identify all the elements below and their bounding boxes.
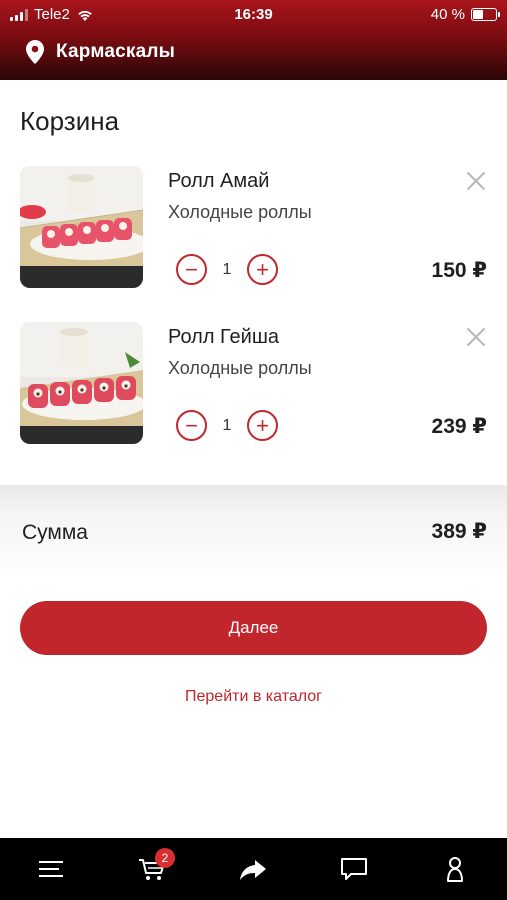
- nav-menu[interactable]: [0, 838, 101, 900]
- cart-item: Ролл Гейша Холодные роллы − 1 + 239 ₽: [0, 322, 507, 452]
- nav-chat[interactable]: [303, 838, 404, 900]
- profile-icon: [446, 857, 463, 882]
- quantity-value: 1: [222, 260, 232, 278]
- chat-icon: [340, 858, 367, 880]
- decrease-quantity-button[interactable]: −: [176, 410, 207, 441]
- cart-count-badge: 2: [155, 848, 175, 868]
- status-right: 40 %: [430, 6, 500, 23]
- menu-icon: [38, 861, 63, 877]
- item-category: Холодные роллы: [168, 358, 312, 378]
- decrease-quantity-button[interactable]: −: [176, 254, 207, 285]
- item-name: Ролл Гейша: [168, 326, 279, 348]
- app-header: Tele2 16:39 40 % Кармаскалы: [0, 0, 507, 80]
- nav-cart[interactable]: 2: [101, 838, 202, 900]
- location-selector[interactable]: Кармаскалы: [26, 40, 175, 64]
- nav-profile[interactable]: [404, 838, 505, 900]
- product-image: [20, 166, 143, 288]
- quantity-stepper: − 1 +: [176, 410, 278, 441]
- item-name: Ролл Амай: [168, 170, 270, 192]
- increase-quantity-button[interactable]: +: [247, 254, 278, 285]
- location-pin-icon: [26, 40, 44, 64]
- order-summary: Сумма 389 ₽: [0, 485, 507, 580]
- quantity-stepper: − 1 +: [176, 254, 278, 285]
- bottom-nav: 2: [0, 838, 507, 900]
- nav-share[interactable]: [202, 838, 303, 900]
- next-button[interactable]: Далее: [20, 601, 487, 655]
- page-title: Корзина: [20, 106, 120, 136]
- cart-item: Ролл Амай Холодные роллы − 1 + 150 ₽: [0, 166, 507, 296]
- go-to-catalog-link[interactable]: Перейти в каталог: [0, 688, 507, 706]
- remove-item-button[interactable]: [463, 324, 489, 350]
- increase-quantity-button[interactable]: +: [247, 410, 278, 441]
- remove-item-button[interactable]: [463, 168, 489, 194]
- item-price: 239 ₽: [431, 415, 487, 438]
- summary-label: Сумма: [22, 521, 88, 544]
- city-name: Кармаскалы: [56, 41, 176, 62]
- status-bar: Tele2 16:39 40 %: [0, 0, 507, 30]
- summary-total: 389 ₽: [431, 520, 487, 543]
- item-price: 150 ₽: [431, 259, 487, 282]
- battery-percent: 40 %: [430, 6, 465, 23]
- item-category: Холодные роллы: [168, 202, 312, 222]
- quantity-value: 1: [222, 416, 232, 434]
- share-icon: [239, 860, 266, 880]
- battery-icon: [471, 8, 500, 21]
- product-image: [20, 322, 143, 444]
